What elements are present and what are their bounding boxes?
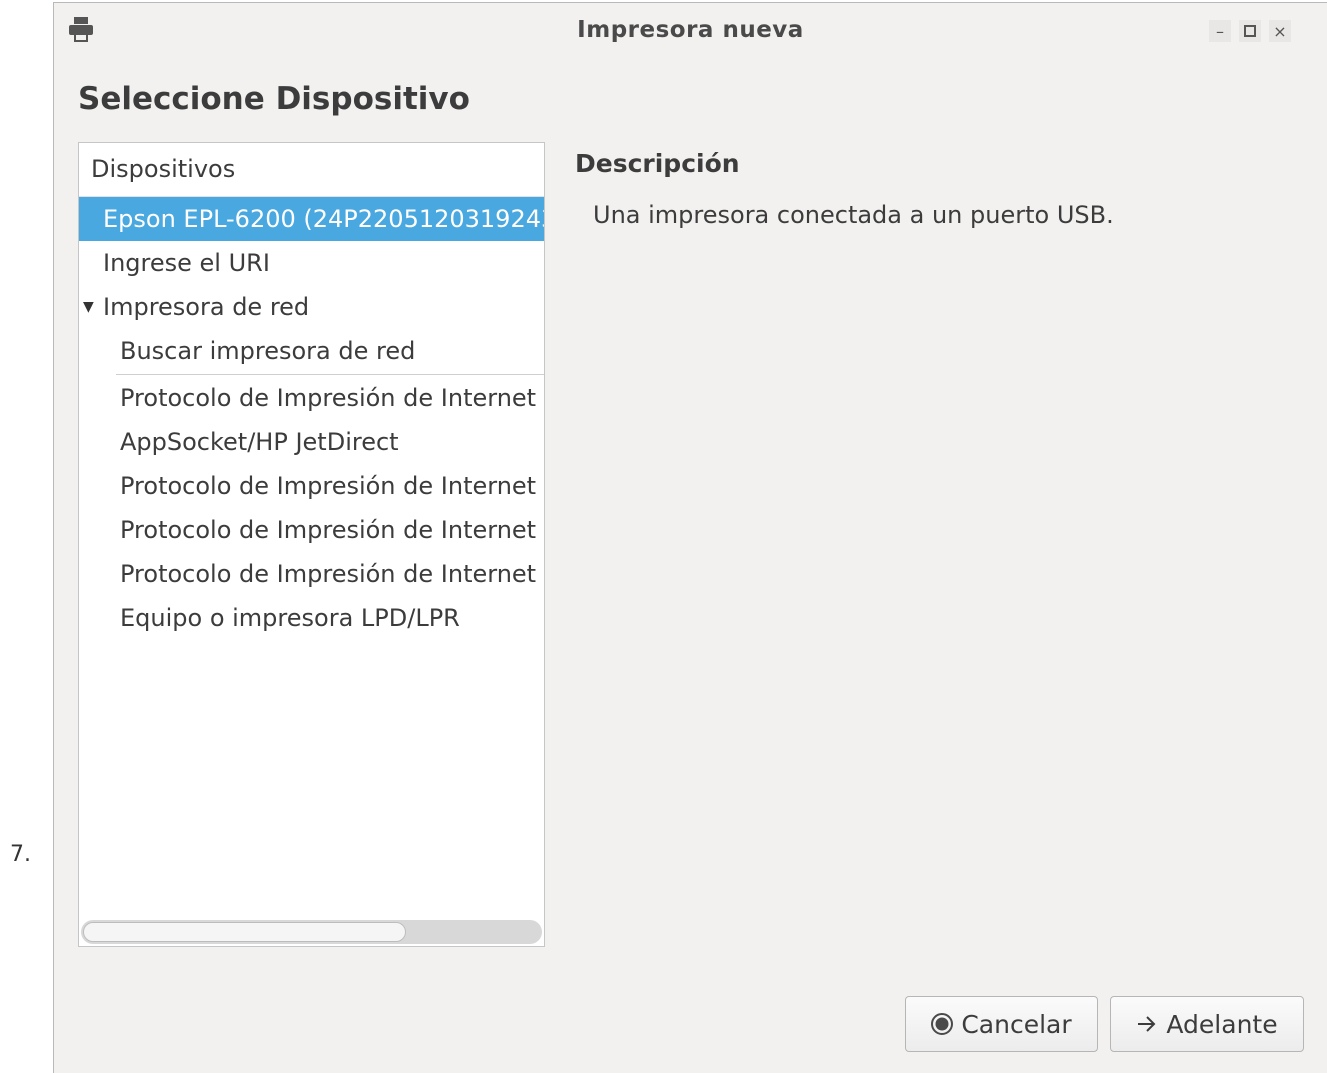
- tree-item-epson-usb[interactable]: Epson EPL-6200 (24P22051203192437): [79, 197, 544, 241]
- tree-item-enter-uri[interactable]: Ingrese el URI: [79, 241, 544, 285]
- tree-separator: [116, 374, 544, 375]
- close-button[interactable]: ×: [1269, 20, 1291, 42]
- tree-item-find-network-printer[interactable]: Buscar impresora de red: [79, 329, 544, 373]
- window-title: Impresora nueva: [577, 17, 804, 43]
- horizontal-scrollbar[interactable]: [81, 920, 542, 944]
- device-tree[interactable]: Dispositivos Epson EPL-6200 (24P22051203…: [78, 142, 545, 947]
- tree-item-lpd-lpr[interactable]: Equipo o impresora LPD/LPR: [79, 596, 544, 640]
- page-title: Seleccione Dispositivo: [78, 81, 470, 117]
- minimize-button[interactable]: –: [1209, 20, 1231, 42]
- maximize-icon: [1244, 25, 1256, 37]
- tree-item-appsocket[interactable]: AppSocket/HP JetDirect: [79, 420, 544, 464]
- tree-item-network-printer[interactable]: ▼ Impresora de red: [79, 285, 544, 329]
- next-label: Adelante: [1166, 1009, 1278, 1039]
- scrollbar-thumb[interactable]: [83, 922, 406, 942]
- tree-item-label: Impresora de red: [103, 293, 310, 321]
- cancel-label: Cancelar: [961, 1009, 1072, 1039]
- maximize-button[interactable]: [1239, 20, 1261, 42]
- next-button[interactable]: Adelante: [1110, 996, 1304, 1052]
- tree-item-https[interactable]: Protocolo de Impresión de Internet (http…: [79, 552, 544, 596]
- tree-item-http[interactable]: Protocolo de Impresión de Internet (http…: [79, 508, 544, 552]
- tree-item-ipps[interactable]: Protocolo de Impresión de Internet (ipps…: [79, 376, 544, 420]
- description-heading: Descripción: [575, 149, 740, 178]
- outer-step-label: 7.: [10, 842, 31, 867]
- title-bar[interactable]: Impresora nueva – ×: [54, 3, 1327, 58]
- description-text: Una impresora conectada a un puerto USB.: [593, 201, 1114, 229]
- expander-triangle-icon[interactable]: ▼: [83, 285, 94, 329]
- tree-item-ipp[interactable]: Protocolo de Impresión de Internet (ipp): [79, 464, 544, 508]
- new-printer-window: Impresora nueva – × Seleccione Dispositi…: [53, 2, 1327, 1073]
- column-header-devices[interactable]: Dispositivos: [79, 143, 544, 197]
- arrow-right-icon: [1136, 1015, 1158, 1033]
- stop-icon: [931, 1013, 954, 1035]
- cancel-button[interactable]: Cancelar: [905, 996, 1098, 1052]
